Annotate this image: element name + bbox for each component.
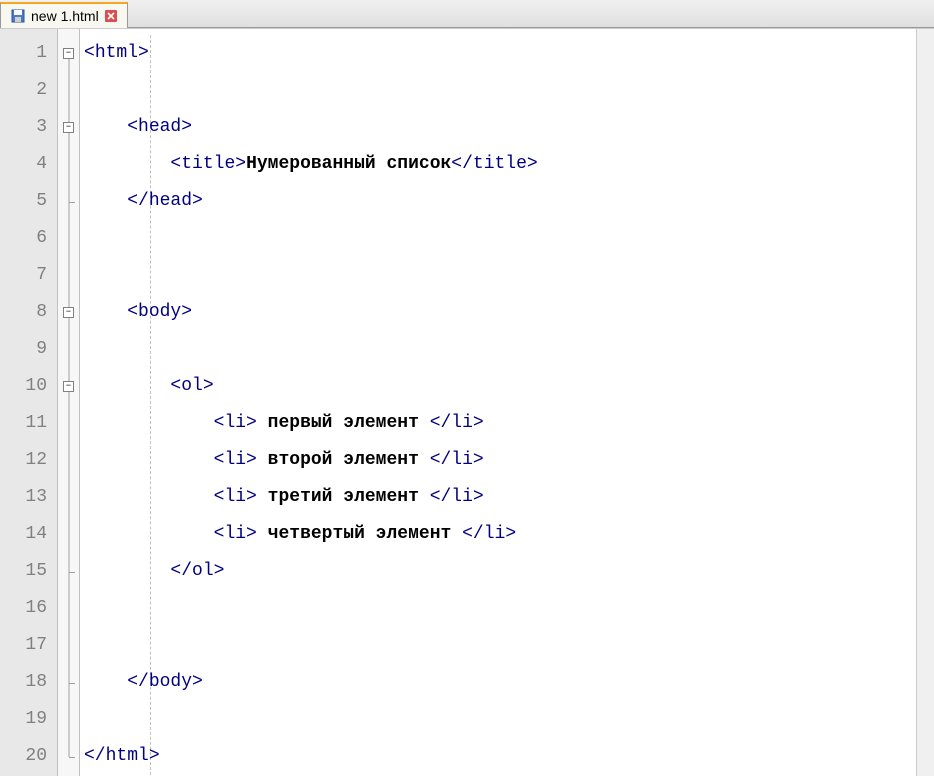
code-line[interactable]: </ol> [80, 553, 916, 590]
code-line[interactable]: </body> [80, 664, 916, 701]
line-number: 18 [0, 664, 57, 701]
code-line[interactable]: <title>Нумерованный список</title> [80, 146, 916, 183]
code-line[interactable] [80, 701, 916, 738]
line-number: 17 [0, 627, 57, 664]
close-icon[interactable] [105, 10, 117, 22]
code-line[interactable]: <head> [80, 109, 916, 146]
line-number: 4 [0, 146, 57, 183]
line-number-gutter: 1 2 3 4 5 6 7 8 9 10 11 12 13 14 15 16 1… [0, 29, 58, 776]
code-line[interactable] [80, 72, 916, 109]
line-number: 1 [0, 35, 57, 72]
line-number: 11 [0, 405, 57, 442]
code-line[interactable]: </html> [80, 738, 916, 775]
code-line[interactable]: <ol> [80, 368, 916, 405]
line-number: 12 [0, 442, 57, 479]
fold-gutter: − − − − [58, 29, 80, 776]
line-number: 6 [0, 220, 57, 257]
line-number: 13 [0, 479, 57, 516]
editor-area: 1 2 3 4 5 6 7 8 9 10 11 12 13 14 15 16 1… [0, 28, 934, 776]
code-line[interactable]: <li> третий элемент </li> [80, 479, 916, 516]
line-number: 2 [0, 72, 57, 109]
line-number: 14 [0, 516, 57, 553]
line-number: 5 [0, 183, 57, 220]
line-number: 16 [0, 590, 57, 627]
line-number: 7 [0, 257, 57, 294]
vertical-scrollbar[interactable] [916, 29, 934, 776]
line-number: 3 [0, 109, 57, 146]
code-line[interactable] [80, 257, 916, 294]
code-line[interactable] [80, 331, 916, 368]
line-number: 19 [0, 701, 57, 738]
code-line[interactable]: <li> четвертый элемент </li> [80, 516, 916, 553]
code-line[interactable]: <li> второй элемент </li> [80, 442, 916, 479]
line-number: 15 [0, 553, 57, 590]
file-save-icon [11, 9, 25, 23]
tab-filename: new 1.html [31, 8, 99, 24]
line-number: 9 [0, 331, 57, 368]
fold-toggle[interactable]: − [63, 307, 74, 318]
code-line[interactable] [80, 590, 916, 627]
code-area[interactable]: <html> <head> <title>Нумерованный список… [80, 29, 916, 776]
code-line[interactable]: <li> первый элемент </li> [80, 405, 916, 442]
tab-bar: new 1.html [0, 0, 934, 28]
code-line[interactable]: <body> [80, 294, 916, 331]
code-line[interactable] [80, 627, 916, 664]
code-line[interactable]: <html> [80, 35, 916, 72]
file-tab[interactable]: new 1.html [0, 2, 128, 28]
fold-toggle[interactable]: − [63, 48, 74, 59]
line-number: 20 [0, 738, 57, 775]
code-line[interactable] [80, 220, 916, 257]
line-number: 10 [0, 368, 57, 405]
fold-toggle[interactable]: − [63, 122, 74, 133]
code-line[interactable]: </head> [80, 183, 916, 220]
line-number: 8 [0, 294, 57, 331]
fold-toggle[interactable]: − [63, 381, 74, 392]
